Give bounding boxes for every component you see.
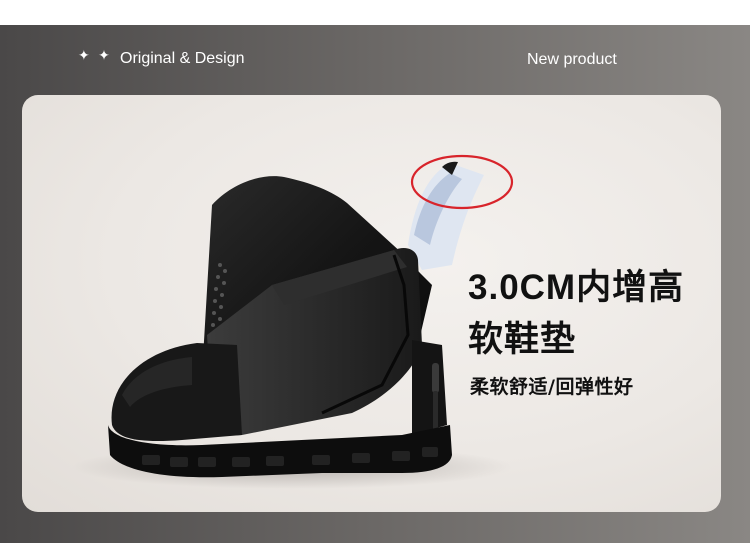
header-bar xyxy=(0,25,750,95)
feature-headline: 3.0CM内增高 软鞋垫 xyxy=(468,262,684,366)
zipper-pull-icon xyxy=(432,363,439,393)
brand-label: Original & Design xyxy=(120,50,245,67)
headline-line-1: 3.0CM内增高 xyxy=(468,268,685,307)
feature-subtext: 柔软舒适/回弹性好 xyxy=(470,376,634,398)
headline-line-2: 软鞋垫 xyxy=(468,320,577,359)
sparkle-icon: ✦ ✦ xyxy=(78,48,112,64)
boot-heel xyxy=(412,340,447,435)
new-product-label: New product xyxy=(527,51,617,68)
